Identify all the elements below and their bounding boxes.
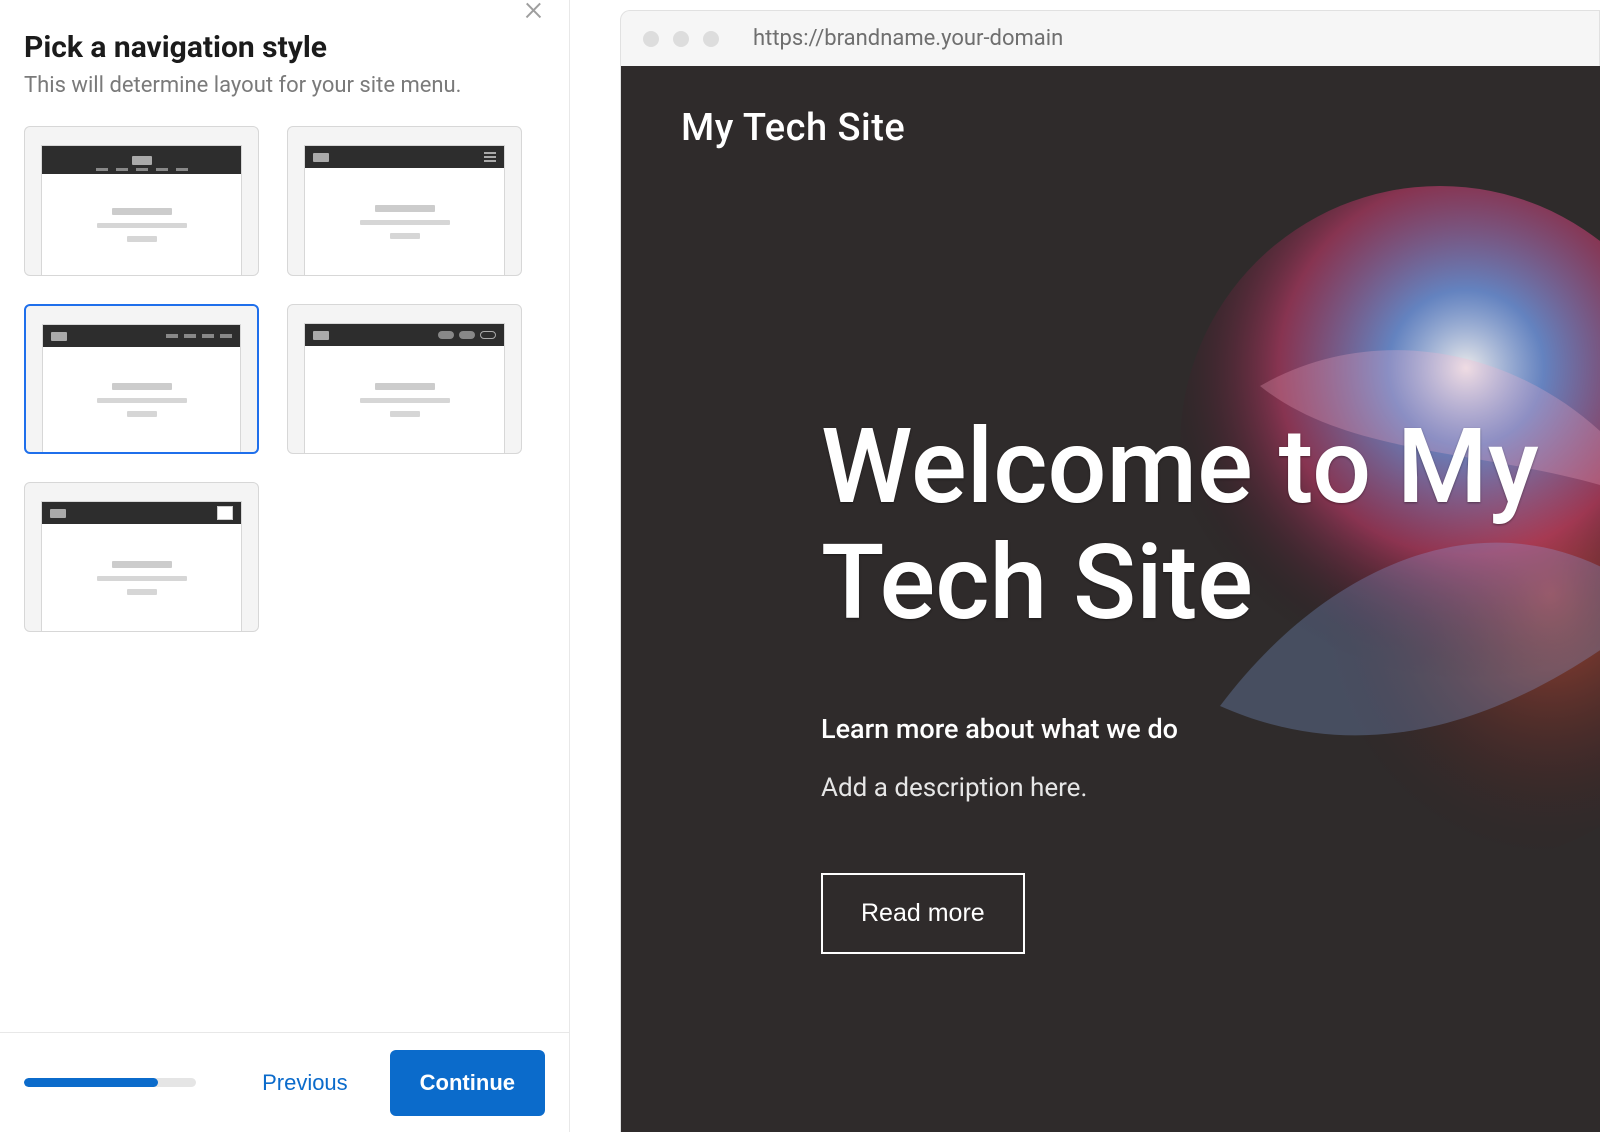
hamburger-icon [217,506,233,520]
url-bar: https://brandname.your-domain [753,26,1063,51]
continue-button[interactable]: Continue [390,1050,545,1116]
read-more-button[interactable]: Read more [821,873,1025,954]
nav-style-option-light-hamburger[interactable] [24,482,259,632]
site-inner: My Tech Site Welcome to My Tech Site Lea… [621,66,1600,1132]
hero-section: Welcome to My Tech Site Learn more about… [821,410,1540,954]
hero-subheading: Learn more about what we do [821,713,1540,745]
progress-bar [24,1078,196,1087]
nav-style-option-pills[interactable] [287,304,522,454]
hero-heading: Welcome to My Tech Site [821,410,1540,643]
nav-style-option-hamburger[interactable] [287,126,522,276]
panel-content: Pick a navigation style This will determ… [0,0,569,1032]
wizard-panel: × Pick a navigation style This will dete… [0,0,570,1132]
site-title: My Tech Site [681,106,1540,150]
wizard-footer: Previous Continue [0,1032,569,1132]
nav-style-option-centered[interactable] [24,126,259,276]
progress-fill [24,1078,158,1087]
nav-style-option-links-right[interactable] [24,304,259,454]
panel-subtitle: This will determine layout for your site… [24,73,545,98]
panel-title: Pick a navigation style [24,30,545,65]
hero-description: Add a description here. [821,773,1540,803]
preview-panel: https://brandname.your-domain [570,0,1600,1132]
close-icon[interactable]: × [524,0,543,26]
window-dot-icon [643,31,659,47]
site-preview: My Tech Site Welcome to My Tech Site Lea… [620,66,1600,1132]
window-dot-icon [703,31,719,47]
window-dot-icon [673,31,689,47]
hamburger-icon [484,152,496,162]
browser-chrome: https://brandname.your-domain [620,10,1600,66]
previous-button[interactable]: Previous [244,1056,366,1110]
nav-style-grid [24,126,545,632]
